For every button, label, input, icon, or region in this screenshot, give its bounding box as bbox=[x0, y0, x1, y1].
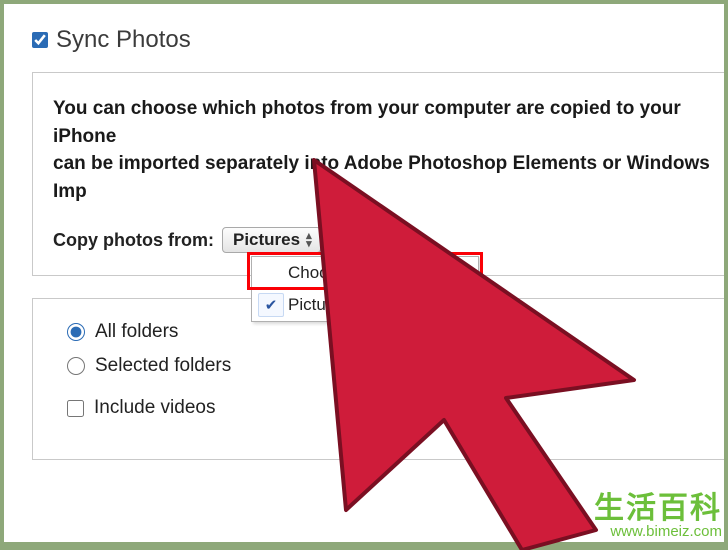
selected-folders-radio[interactable] bbox=[67, 357, 85, 375]
description-text: You can choose which photos from your co… bbox=[53, 95, 724, 205]
sync-photos-label: Sync Photos bbox=[56, 26, 191, 54]
desc-line-1: You can choose which photos from your co… bbox=[53, 98, 681, 147]
updown-caret-icon: ▴▾ bbox=[306, 231, 312, 250]
all-folders-label: All folders bbox=[95, 321, 178, 343]
desc-line-2: can be imported separately into Adobe Ph… bbox=[53, 153, 710, 202]
checkmark-icon: ✔ bbox=[258, 293, 284, 317]
include-videos-checkbox[interactable] bbox=[67, 400, 84, 417]
include-videos-label: Include videos bbox=[94, 397, 215, 419]
selected-folders-label: Selected folders bbox=[95, 355, 231, 377]
selected-folders-row[interactable]: Selected folders bbox=[67, 355, 724, 377]
all-folders-row[interactable]: All folders bbox=[67, 321, 724, 343]
copy-photos-row: Copy photos from: Pictures ▴▾ 853 photos… bbox=[53, 227, 724, 253]
dropdown-value: Pictures bbox=[233, 230, 300, 250]
source-dropdown-menu: Choose folder... ✔ Pictures bbox=[251, 256, 479, 322]
include-videos-row[interactable]: Include videos bbox=[67, 397, 724, 419]
copy-from-label: Copy photos from: bbox=[53, 230, 214, 251]
source-panel: You can choose which photos from your co… bbox=[32, 72, 724, 276]
all-folders-radio[interactable] bbox=[67, 323, 85, 341]
sync-photos-checkbox[interactable] bbox=[32, 32, 48, 48]
photo-count: 853 photos bbox=[329, 230, 418, 251]
menu-choose-folder-label: Choose folder... bbox=[288, 263, 407, 283]
menu-item-pictures[interactable]: ✔ Pictures bbox=[252, 289, 478, 321]
source-dropdown[interactable]: Pictures ▴▾ bbox=[222, 227, 321, 253]
menu-item-choose-folder[interactable]: Choose folder... bbox=[252, 257, 478, 289]
folders-panel: All folders Selected folders Include vid… bbox=[32, 298, 724, 460]
menu-pictures-label: Pictures bbox=[288, 295, 349, 315]
sync-photos-header: Sync Photos bbox=[32, 26, 724, 54]
window-frame: Sync Photos You can choose which photos … bbox=[4, 4, 724, 542]
check-slot-empty bbox=[258, 261, 284, 285]
